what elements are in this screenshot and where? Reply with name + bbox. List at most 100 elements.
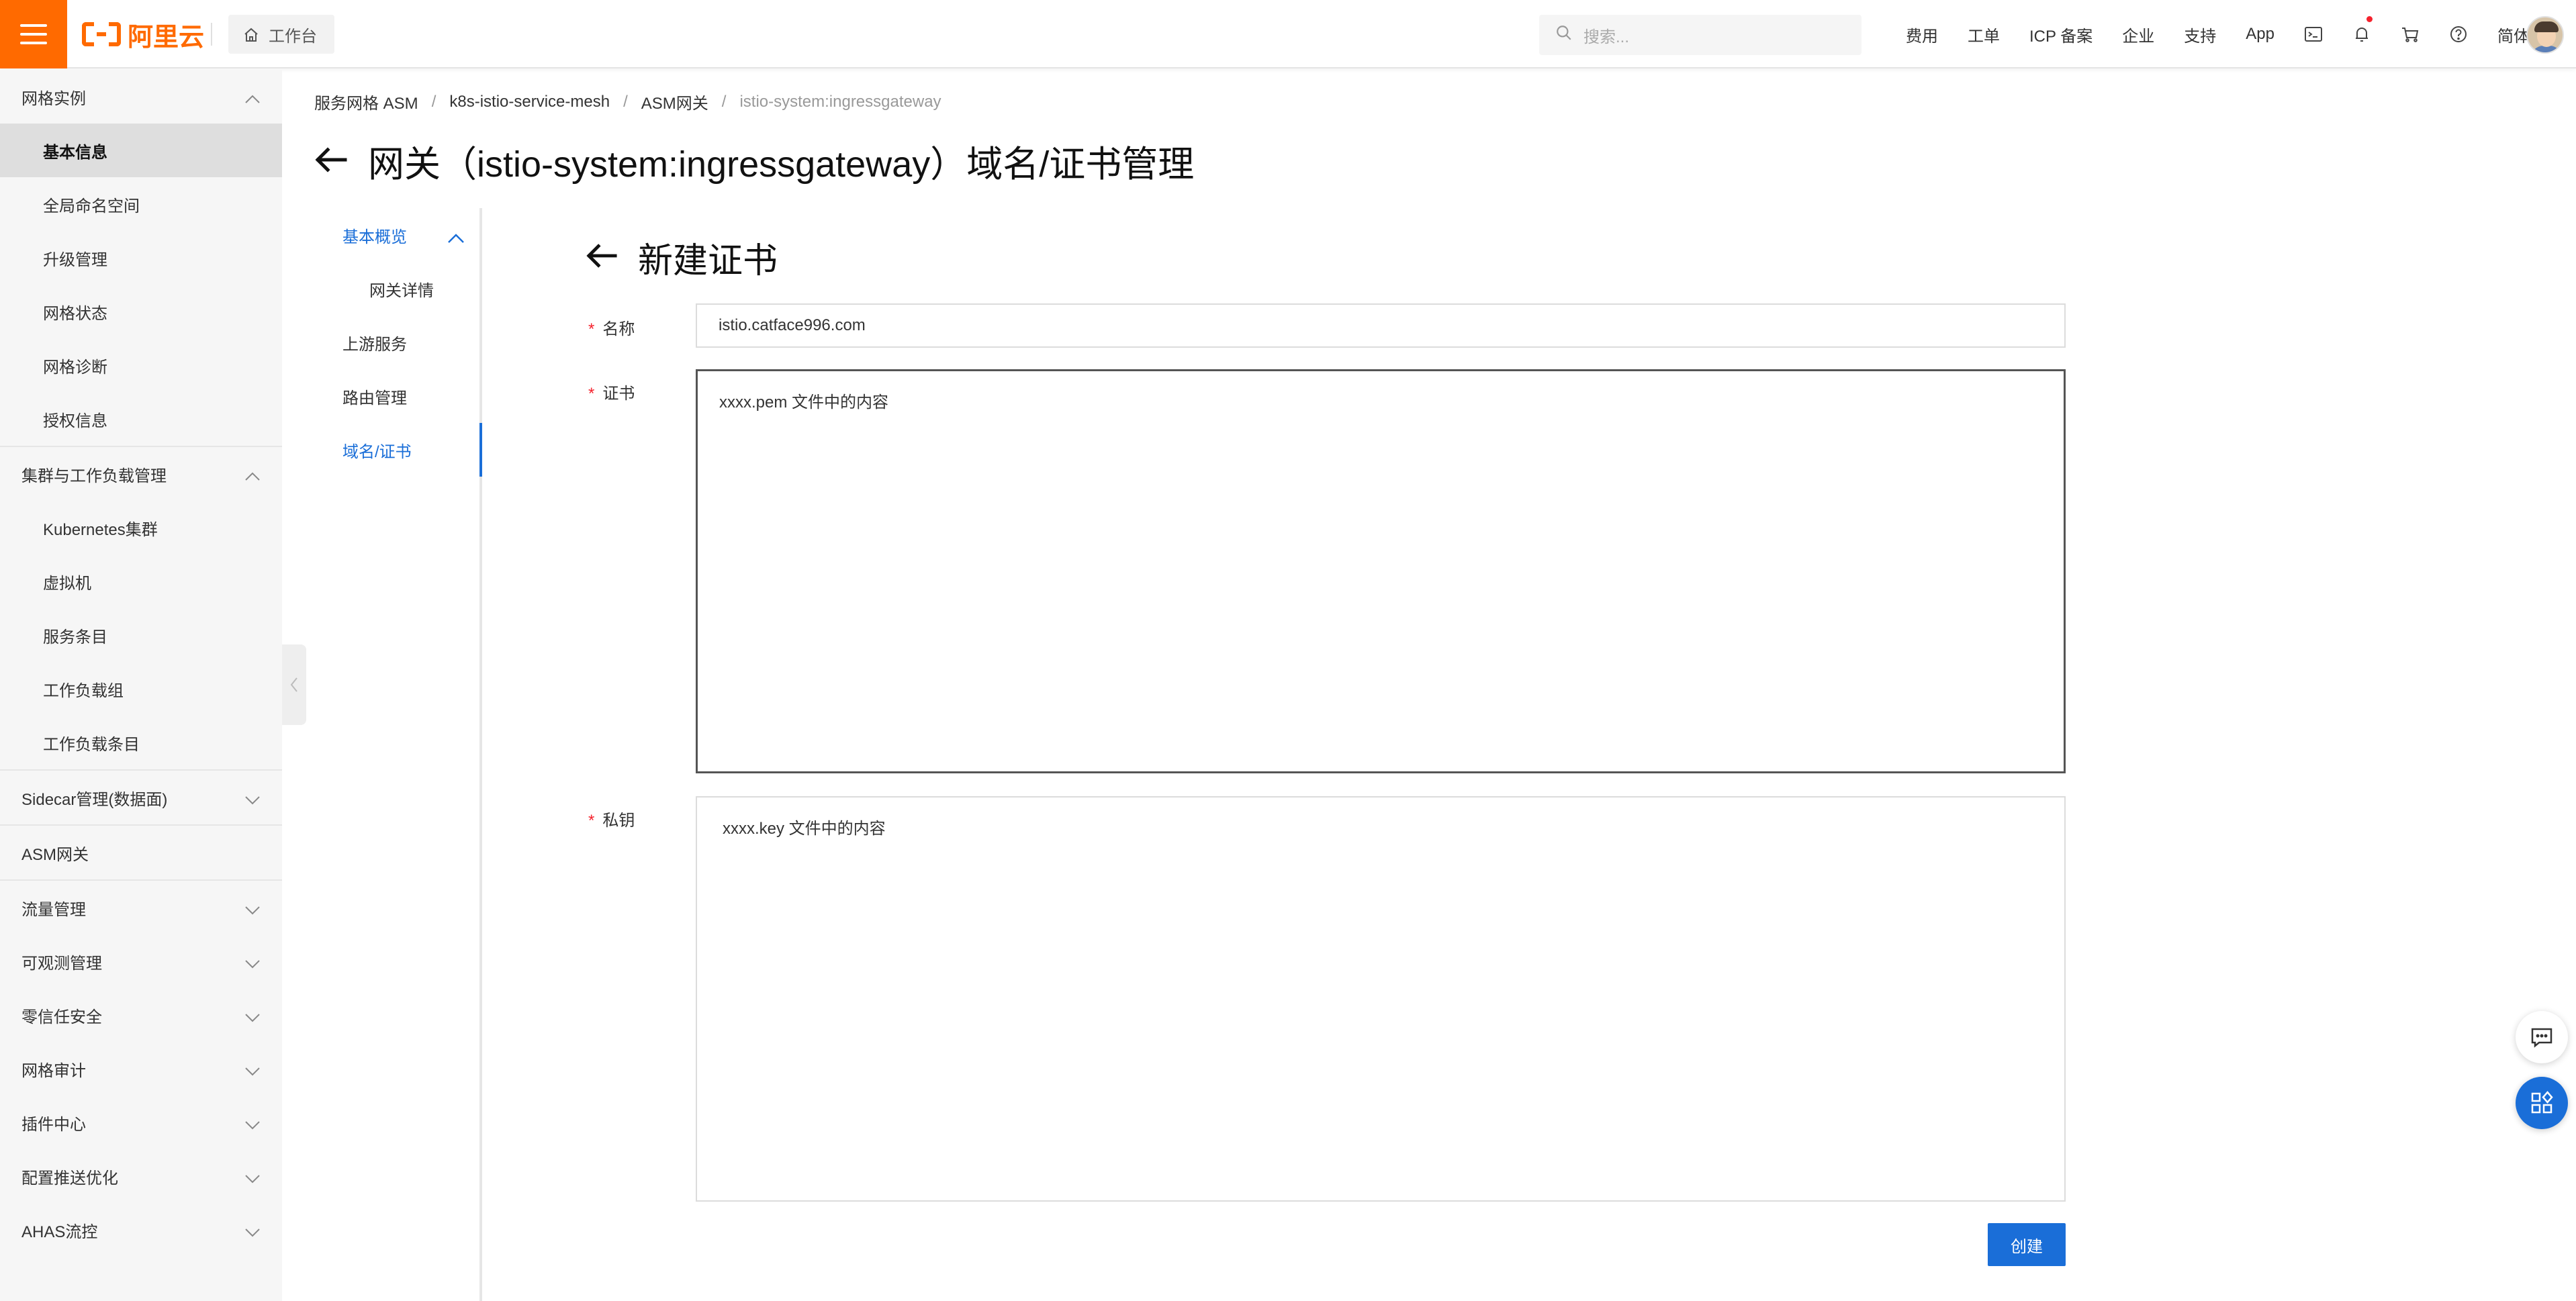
topbar-links: 费用 工单 ICP 备案 企业 支持 App 简体	[1891, 0, 2544, 68]
cert-textarea-value: xxxx.pem 文件中的内容	[719, 393, 889, 412]
page-title: 网关（istio-system:ingressgateway）域名/证书管理	[368, 144, 1195, 185]
sidebar-item-authorization[interactable]: 授权信息	[0, 392, 282, 446]
top-link-icp[interactable]: ICP 备案	[2015, 23, 2107, 46]
breadcrumb: 服务网格 ASM / k8s-istio-service-mesh / ASM网…	[314, 90, 941, 113]
name-input[interactable]: istio.catface996.com	[696, 303, 2066, 348]
sidebar-group-label: 零信任安全	[21, 1008, 102, 1026]
sidebar-item-mesh-diagnosis[interactable]: 网格诊断	[0, 338, 282, 392]
subnav-item-gateway-detail[interactable]: 网关详情	[316, 262, 479, 316]
sidebar-item-service-entry[interactable]: 服务条目	[0, 608, 282, 662]
top-link-billing[interactable]: 费用	[1891, 23, 1953, 46]
sidebar-item-workload-group[interactable]: 工作负载组	[0, 662, 282, 716]
form-title-row: 新建证书	[586, 232, 778, 283]
hamburger-menu-icon[interactable]	[0, 0, 67, 68]
sidebar-group-config-push[interactable]: 配置推送优化	[0, 1149, 282, 1203]
key-label-row: * 私钥	[588, 807, 635, 830]
sidebar-group-label: 配置推送优化	[21, 1169, 118, 1188]
workbench-label: 工作台	[269, 27, 317, 46]
cert-label: 证书	[602, 385, 635, 403]
top-link-enterprise[interactable]: 企业	[2107, 23, 2169, 46]
subnav-item-routing[interactable]: 路由管理	[316, 369, 479, 423]
cloud-shell-icon[interactable]	[2289, 0, 2338, 68]
key-textarea-value: xxxx.key 文件中的内容	[723, 820, 886, 838]
required-mark: *	[588, 320, 595, 338]
subnav-overview-label: 基本概览	[342, 228, 407, 246]
chevron-left-icon	[290, 677, 297, 692]
chevron-down-icon	[244, 791, 260, 806]
cert-label-row: * 证书	[588, 380, 635, 403]
aliyun-logo-mark	[82, 22, 121, 46]
sidebar-item-basic-info[interactable]: 基本信息	[0, 124, 282, 177]
shopping-cart-icon[interactable]	[2386, 0, 2434, 68]
back-arrow-icon[interactable]	[314, 140, 348, 182]
sidebar-group-zero-trust[interactable]: 零信任安全	[0, 988, 282, 1042]
workbench-button[interactable]: 工作台	[228, 15, 334, 54]
chevron-down-icon	[244, 1169, 260, 1184]
user-avatar[interactable]	[2526, 16, 2564, 54]
sidebar-group-mesh-instance[interactable]: 网格实例	[0, 70, 282, 124]
create-button[interactable]: 创建	[1988, 1223, 2066, 1266]
required-mark: *	[588, 385, 595, 403]
subnav-item-upstream[interactable]: 上游服务	[316, 316, 479, 369]
sidebar-group-plugins[interactable]: 插件中心	[0, 1096, 282, 1149]
sidebar-group-label: 集群与工作负载管理	[21, 467, 167, 485]
sidebar-group-sidecar[interactable]: Sidecar管理(数据面)	[0, 771, 282, 824]
chevron-up-icon	[244, 467, 260, 482]
sidebar-group-cluster-workload[interactable]: 集群与工作负载管理	[0, 447, 282, 501]
topbar-divider	[211, 23, 212, 46]
gateway-subnav: 基本概览 网关详情 上游服务 路由管理 域名/证书	[316, 208, 482, 1301]
sidebar-group-asm-gateway[interactable]: ASM网关	[0, 826, 282, 879]
notification-bell-icon[interactable]	[2338, 0, 2386, 68]
aliyun-logo[interactable]: 阿里云	[82, 17, 205, 52]
global-search-input[interactable]: 搜索...	[1539, 15, 1861, 55]
search-icon	[1555, 24, 1573, 46]
subnav-item-overview[interactable]: 基本概览	[316, 208, 479, 262]
breadcrumb-item-mesh[interactable]: k8s-istio-service-mesh	[449, 93, 610, 111]
sidebar-group-label: Sidecar管理(数据面)	[21, 790, 168, 809]
breadcrumb-item-gateway[interactable]: ASM网关	[641, 90, 708, 113]
search-placeholder: 搜索...	[1583, 28, 1630, 46]
notification-dot	[2366, 16, 2373, 22]
chevron-down-icon	[244, 901, 260, 916]
chevron-down-icon	[244, 1116, 260, 1130]
required-mark: *	[588, 812, 595, 830]
name-label: 名称	[602, 320, 635, 338]
apps-button[interactable]	[2516, 1077, 2568, 1129]
sidebar-item-mesh-status[interactable]: 网格状态	[0, 285, 282, 338]
sidebar-group-label: AHAS流控	[21, 1222, 98, 1241]
sidebar-item-global-namespace[interactable]: 全局命名空间	[0, 177, 282, 231]
top-navigation-bar: 阿里云 工作台 搜索... 费用 工单 ICP 备案 企业 支持 App 简体	[0, 0, 2576, 68]
top-link-app[interactable]: App	[2231, 25, 2289, 44]
left-sidebar: 网格实例 基本信息 全局命名空间 升级管理 网格状态 网格诊断 授权信息 集群与…	[0, 70, 282, 1301]
sidebar-item-kubernetes-cluster[interactable]: Kubernetes集群	[0, 501, 282, 555]
breadcrumb-item-asm[interactable]: 服务网格 ASM	[314, 90, 418, 113]
home-icon	[243, 27, 259, 42]
chevron-up-icon	[244, 90, 260, 105]
sidebar-group-audit[interactable]: 网格审计	[0, 1042, 282, 1096]
private-key-textarea[interactable]: xxxx.key 文件中的内容	[696, 796, 2066, 1202]
sidebar-item-upgrade[interactable]: 升级管理	[0, 231, 282, 285]
top-link-support[interactable]: 支持	[2169, 23, 2231, 46]
form-title: 新建证书	[638, 242, 778, 281]
sidebar-group-label: ASM网关	[21, 845, 89, 864]
name-label-row: * 名称	[588, 316, 635, 339]
chevron-up-icon	[447, 230, 465, 248]
chevron-down-icon	[244, 1062, 260, 1077]
chevron-down-icon	[244, 1223, 260, 1238]
sidebar-group-traffic[interactable]: 流量管理	[0, 881, 282, 934]
sidebar-collapse-handle[interactable]	[282, 644, 306, 725]
cert-textarea[interactable]: xxxx.pem 文件中的内容	[696, 369, 2066, 773]
subnav-item-domain-cert[interactable]: 域名/证书	[316, 423, 482, 477]
top-link-tickets[interactable]: 工单	[1953, 23, 2015, 46]
sidebar-item-virtual-machine[interactable]: 虚拟机	[0, 555, 282, 608]
name-input-value: istio.catface996.com	[719, 316, 866, 334]
help-icon[interactable]	[2434, 0, 2483, 68]
sidebar-group-ahas[interactable]: AHAS流控	[0, 1203, 282, 1257]
chat-icon	[2531, 1028, 2552, 1048]
sidebar-group-label: 插件中心	[21, 1115, 86, 1134]
back-arrow-icon[interactable]	[586, 238, 618, 278]
sidebar-group-observability[interactable]: 可观测管理	[0, 934, 282, 988]
brand-name: 阿里云	[128, 23, 205, 52]
sidebar-item-workload-entry[interactable]: 工作负载条目	[0, 716, 282, 769]
feedback-chat-button[interactable]	[2516, 1011, 2568, 1063]
